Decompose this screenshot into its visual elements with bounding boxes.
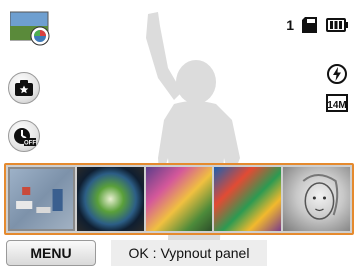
flash-auto-icon	[327, 64, 347, 84]
filter-tile-cartoon[interactable]	[214, 167, 282, 231]
svg-text:OFF: OFF	[24, 141, 36, 147]
scene-mode-thumbnail-icon[interactable]	[10, 10, 54, 46]
svg-text:14M: 14M	[327, 100, 346, 111]
timer-off-icon: OFF	[14, 128, 36, 147]
memory-card-icon	[302, 17, 317, 33]
sketch-thumbnail	[302, 174, 339, 220]
miniature-thumbnail	[16, 187, 63, 213]
shot-count: 1	[286, 17, 294, 33]
filter-tile-fisheye[interactable]	[76, 167, 144, 231]
filter-tile-oil-painting[interactable]	[145, 167, 213, 231]
status-bar: 1	[286, 17, 348, 33]
filter-tile-sketch[interactable]	[283, 167, 350, 231]
camera-live-view: OFF 1 14M MENU OK: Vypnout panel	[0, 0, 358, 270]
ok-hint-label: OK : Vypnout panel	[111, 240, 267, 266]
camera-star-icon	[15, 80, 33, 96]
smart-filter-button[interactable]	[8, 72, 40, 104]
image-size-14m-icon: 14M	[326, 94, 348, 112]
settings-indicators: 14M	[326, 64, 348, 112]
menu-button[interactable]: MENU	[6, 240, 96, 266]
smart-filter-strip	[4, 163, 354, 235]
timer-off-button[interactable]: OFF	[8, 120, 40, 152]
filter-tile-miniature[interactable]	[8, 167, 75, 231]
battery-icon	[326, 18, 348, 32]
